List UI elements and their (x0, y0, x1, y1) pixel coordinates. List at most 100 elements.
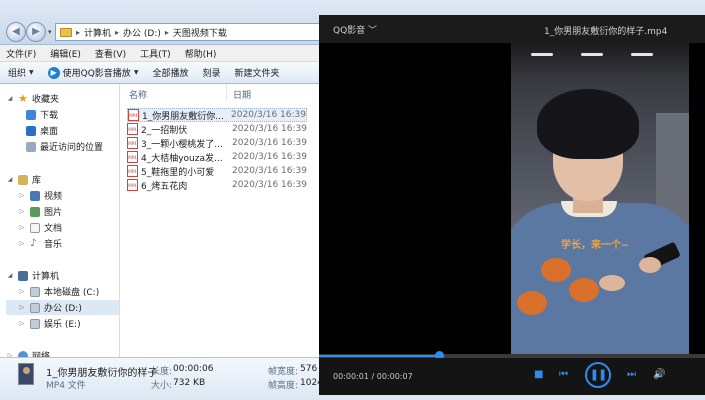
recent-places-icon (26, 141, 36, 152)
pictures-icon (30, 206, 40, 217)
breadcrumb-drive-d[interactable]: 办公 (D:) (123, 26, 161, 39)
star-icon: ★ (18, 91, 28, 105)
file-row[interactable]: MP4 6_烤五花肉 2020/3/16 16:39 (127, 178, 307, 192)
nav-desktop[interactable]: 桌面 (26, 123, 119, 138)
back-button[interactable]: ◀ (6, 22, 26, 42)
file-date: 2020/3/16 16:39 (232, 166, 307, 176)
forward-button[interactable]: ▶ (26, 22, 46, 42)
details-length-value: 00:00:06 (173, 364, 214, 374)
expand-chevron-icon[interactable]: ▷ (18, 320, 26, 327)
player-file-title: 1_你男朋友敷衍你的样子.mp4 (544, 27, 668, 37)
video-ceiling-light (531, 53, 553, 56)
volume-icon[interactable]: 🔊 (653, 369, 665, 381)
video-file-icon: MP4 (127, 151, 138, 163)
menu-view[interactable]: 查看(V) (95, 47, 126, 60)
music-icon: ♪ (30, 237, 37, 249)
current-time: 00:00:01 (333, 372, 369, 381)
details-frame-width-value: 576 (300, 364, 318, 374)
navigation-pane: ◢ ★ 收藏夹 下载 桌面 最近访问的位置 ◢ 库 ▷ 视频 ▷ 图片 ▷ 文档… (0, 84, 120, 357)
nav-downloads[interactable]: 下载 (26, 107, 119, 122)
file-name: 3_一颗小樱桃发了... (141, 139, 223, 150)
column-header-name[interactable]: 名称 (129, 88, 147, 101)
address-bar[interactable]: ▸ 计算机 ▸ 办公 (D:) ▸ 天图视频下载 (55, 23, 355, 41)
breadcrumb-download-folder[interactable]: 天图视频下载 (173, 26, 227, 39)
desktop-icon (26, 125, 36, 136)
nav-recent-label: 最近访问的位置 (40, 143, 104, 153)
video-caption-text: 学长，来一个~ (561, 240, 630, 251)
stop-icon[interactable]: ■ (534, 369, 543, 381)
expand-chevron-icon[interactable]: ▷ (18, 192, 26, 199)
nav-drive-e[interactable]: ▷ 娱乐 (E:) (18, 316, 119, 331)
video-person-hand (639, 257, 661, 273)
file-list: 名称 日期 MP4 1_你男朋友敷衍你... 2020/3/16 16:39 M… (121, 84, 321, 357)
file-row[interactable]: MP4 3_一颗小樱桃发了... 2020/3/16 16:39 (127, 136, 307, 150)
recent-pages-chevron-icon[interactable]: ▾ (48, 28, 52, 36)
drive-icon (30, 286, 40, 297)
collapse-chevron-icon[interactable]: ◢ (6, 176, 14, 183)
nav-pictures-label: 图片 (44, 208, 63, 218)
library-icon (18, 174, 28, 185)
play-all-button[interactable]: 全部播放 (152, 66, 188, 79)
column-header-date[interactable]: 日期 (233, 88, 251, 101)
nav-videos[interactable]: ▷ 视频 (18, 188, 119, 203)
new-folder-button[interactable]: 新建文件夹 (234, 66, 279, 79)
nav-documents-label: 文档 (44, 224, 63, 234)
nav-recent-places[interactable]: 最近访问的位置 (26, 139, 119, 154)
nav-videos-label: 视频 (44, 192, 63, 202)
nav-drive-d[interactable]: ▷ 办公 (D:) (6, 300, 119, 315)
file-date: 2020/3/16 16:39 (232, 138, 307, 148)
expand-chevron-icon[interactable]: ▷ (18, 240, 26, 247)
nav-pictures[interactable]: ▷ 图片 (18, 204, 119, 219)
details-filename: 1_你男朋友敷衍你的样子 (46, 368, 158, 379)
expand-chevron-icon[interactable]: ▷ (18, 304, 26, 311)
collapse-chevron-icon[interactable]: ◢ (6, 272, 14, 279)
nav-libraries[interactable]: ◢ 库 (6, 172, 119, 187)
computer-icon (18, 270, 28, 281)
video-frame[interactable]: 学长，来一个~ (511, 43, 689, 357)
pause-icon[interactable]: ❚❚ (585, 362, 611, 388)
play-with-qq-button[interactable]: ▶ 使用QQ影音播放 ▼ (47, 66, 138, 79)
menu-tools[interactable]: 工具(T) (140, 47, 171, 60)
file-row[interactable]: MP4 5_鞋拖里的小可爱 2020/3/16 16:39 (127, 164, 307, 178)
nav-network[interactable]: ▷ 网络 (6, 348, 119, 357)
video-file-icon: MP4 (127, 123, 138, 135)
file-row[interactable]: MP4 1_你男朋友敷衍你... 2020/3/16 16:39 (127, 108, 307, 122)
nav-documents[interactable]: ▷ 文档 (18, 220, 119, 235)
nav-drive-d-label: 办公 (D:) (44, 304, 82, 314)
burn-button[interactable]: 刻录 (202, 66, 220, 79)
file-name: 4_大桔柚youza发... (141, 153, 223, 164)
column-divider[interactable] (226, 84, 227, 101)
collapse-chevron-icon[interactable]: ◢ (6, 95, 14, 102)
expand-chevron-icon[interactable]: ▷ (18, 208, 26, 215)
player-title-bar[interactable]: QQ影音 ﹀ 1_你男朋友敷衍你的样子.mp4 (319, 15, 705, 43)
organize-button[interactable]: 组织 ▼ (8, 66, 34, 79)
nav-favorites[interactable]: ◢ ★ 收藏夹 (6, 91, 119, 106)
previous-icon[interactable]: ⏮ (559, 369, 568, 381)
file-row[interactable]: MP4 4_大桔柚youza发... 2020/3/16 16:39 (127, 150, 307, 164)
next-icon[interactable]: ⏭ (627, 369, 636, 381)
breadcrumb-chevron-icon: ▸ (76, 27, 81, 37)
play-with-label: 使用QQ影音播放 (62, 69, 131, 79)
file-name: 5_鞋拖里的小可爱 (141, 167, 215, 178)
file-row[interactable]: MP4 2_一招制伏 2020/3/16 16:39 (127, 122, 307, 136)
file-date: 2020/3/16 16:39 (232, 180, 307, 190)
nav-libraries-label: 库 (32, 176, 42, 186)
nav-drive-c[interactable]: ▷ 本地磁盘 (C:) (18, 284, 119, 299)
menu-file[interactable]: 文件(F) (6, 47, 36, 60)
file-date: 2020/3/16 16:39 (231, 110, 306, 120)
expand-chevron-icon[interactable]: ▷ (18, 224, 26, 231)
expand-chevron-icon[interactable]: ▷ (18, 288, 26, 295)
menu-edit[interactable]: 编辑(E) (50, 47, 81, 60)
breadcrumb-computer[interactable]: 计算机 (84, 26, 111, 39)
nav-computer[interactable]: ◢ 计算机 (6, 268, 119, 283)
drive-icon (30, 318, 40, 329)
player-menu-button[interactable]: QQ影音 ﹀ (333, 23, 377, 36)
video-person-hand (599, 275, 625, 291)
documents-icon (30, 222, 40, 233)
file-date: 2020/3/16 16:39 (232, 124, 307, 134)
nav-music[interactable]: ▷ ♪ 音乐 (18, 236, 119, 251)
details-length-label: 长度: (151, 367, 173, 377)
details-size-label: 大小: (151, 381, 173, 391)
nav-drive-e-label: 娱乐 (E:) (44, 320, 81, 330)
menu-help[interactable]: 帮助(H) (185, 47, 217, 60)
